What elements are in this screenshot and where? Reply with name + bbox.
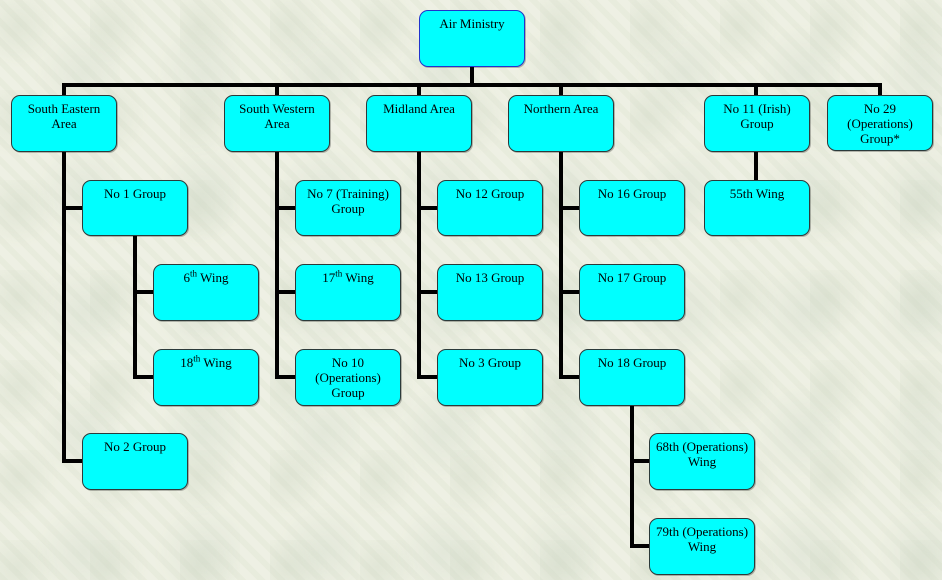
- connector-no1-18th: [133, 375, 154, 379]
- org-box-no-1-group[interactable]: No 1 Group: [82, 180, 188, 236]
- org-box-label: Wing: [687, 454, 717, 469]
- org-box-no-29-operations-group[interactable]: No 29 (Operations) Group*: [827, 95, 933, 151]
- org-box-south-eastern-area[interactable]: South Eastern Area: [11, 95, 117, 152]
- org-box-no-10-operations-group[interactable]: No 10 (Operations) Group: [295, 349, 401, 406]
- org-box-label: Wing: [342, 270, 374, 285]
- connector-northern-c2: [559, 290, 580, 294]
- connector-sw-c2: [275, 290, 296, 294]
- connector-se-spine: [62, 151, 66, 462]
- org-box-label: 68th (Operations): [655, 439, 749, 454]
- org-box-label: No 29: [863, 101, 897, 116]
- org-box-no-17-group[interactable]: No 17 Group: [579, 264, 685, 321]
- connector-midland-c2: [417, 290, 438, 294]
- connector-sw-c1: [275, 206, 296, 210]
- org-box-68th-operations-wing[interactable]: 68th (Operations) Wing: [649, 433, 755, 490]
- connector-sw-spine: [275, 151, 279, 379]
- org-box-label: Area: [264, 116, 290, 131]
- connector-no18-spine: [630, 405, 634, 548]
- org-box-label: (Operations): [315, 370, 381, 385]
- connector-no1-spine: [133, 235, 137, 378]
- org-box-no-16-group[interactable]: No 16 Group: [579, 180, 685, 236]
- org-box-midland-area[interactable]: Midland Area: [366, 95, 472, 152]
- org-box-label: No 3 Group: [458, 355, 522, 370]
- org-box-label: South Eastern: [27, 101, 101, 116]
- org-box-label: 55th Wing: [729, 186, 785, 201]
- org-box-south-western-area[interactable]: South Western Area: [224, 95, 330, 152]
- org-box-no-2-group[interactable]: No 2 Group: [82, 433, 188, 490]
- org-box-label: Group: [331, 201, 365, 216]
- connector-se-no2: [62, 459, 83, 463]
- org-box-79th-operations-wing[interactable]: 79th (Operations) Wing: [649, 518, 755, 575]
- org-box-label: 79th (Operations): [655, 524, 749, 539]
- connector-midland-spine: [417, 151, 421, 379]
- connector-northern-c3: [559, 375, 580, 379]
- org-box-label: Midland Area: [383, 101, 455, 116]
- org-box-label: Wing: [197, 270, 229, 285]
- connector-no18-68th: [630, 459, 650, 463]
- org-box-northern-area[interactable]: Northern Area: [508, 95, 614, 152]
- org-box-no-12-group[interactable]: No 12 Group: [437, 180, 543, 236]
- org-box-no-18-group[interactable]: No 18 Group: [579, 349, 685, 406]
- connector-midland-c1: [417, 206, 438, 210]
- org-box-label: Wing: [687, 539, 717, 554]
- org-box-6th-wing[interactable]: 6th Wing: [153, 264, 259, 321]
- org-box-air-ministry[interactable]: Air Ministry: [419, 10, 525, 67]
- connector-sw-c3: [275, 375, 296, 379]
- org-box-55th-wing[interactable]: 55th Wing: [704, 180, 810, 236]
- connector-se-no1: [62, 206, 83, 210]
- org-box-18th-wing[interactable]: 18th Wing: [153, 349, 259, 406]
- org-box-label: No 18 Group: [597, 355, 667, 370]
- org-box-label: No 2 Group: [103, 439, 167, 454]
- connector-no11-55th: [754, 151, 758, 181]
- org-box-label: No 1 Group: [103, 186, 167, 201]
- org-box-label: Group: [740, 116, 774, 131]
- org-box-no-7-training-group[interactable]: No 7 (Training) Group: [295, 180, 401, 236]
- org-box-label: Northern Area: [523, 101, 599, 116]
- org-box-label: No 10: [331, 355, 365, 370]
- org-box-label: 18: [180, 355, 194, 370]
- org-box-label: (Operations): [847, 116, 913, 131]
- org-box-17th-wing[interactable]: 17th Wing: [295, 264, 401, 321]
- ordinal-suffix: th: [190, 268, 198, 279]
- connector-top-horizontal: [62, 83, 882, 87]
- org-box-label: 17: [322, 270, 336, 285]
- connector-northern-c1: [559, 206, 580, 210]
- org-box-label: No 16 Group: [597, 186, 667, 201]
- org-box-label: Air Ministry: [439, 16, 505, 31]
- org-box-label: No 7 (Training): [307, 186, 389, 201]
- org-box-label: Wing: [200, 355, 232, 370]
- connector-no18-79th: [630, 544, 650, 548]
- org-box-label: South Western: [239, 101, 315, 116]
- org-box-label: No 11 (Irish): [723, 101, 791, 116]
- org-box-label: Group*: [860, 131, 900, 146]
- connector-no1-6th: [133, 290, 154, 294]
- org-box-label: No 17 Group: [597, 270, 667, 285]
- org-box-label: No 12 Group: [455, 186, 525, 201]
- org-box-no-11-irish-group[interactable]: No 11 (Irish) Group: [704, 95, 810, 152]
- org-box-label: Area: [51, 116, 77, 131]
- org-box-label: Group: [331, 385, 365, 400]
- connector-northern-spine: [559, 151, 563, 379]
- org-box-label: No 13 Group: [455, 270, 525, 285]
- connector-midland-c3: [417, 375, 438, 379]
- org-box-no-13-group[interactable]: No 13 Group: [437, 264, 543, 321]
- org-box-no-3-group[interactable]: No 3 Group: [437, 349, 543, 406]
